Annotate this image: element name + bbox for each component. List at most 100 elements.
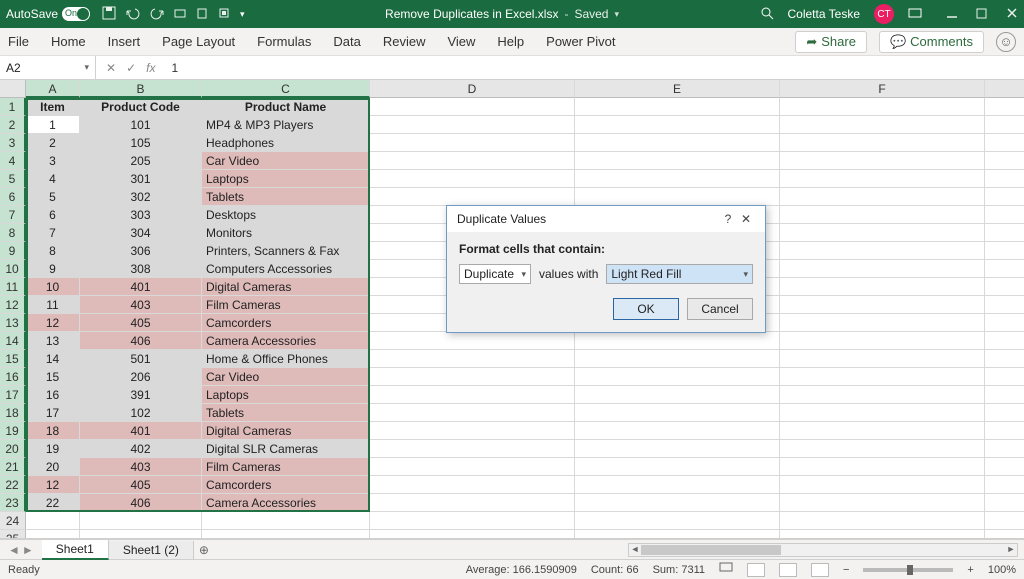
cell[interactable] xyxy=(370,332,575,350)
row-header[interactable]: 4 xyxy=(0,152,26,170)
cell-code[interactable]: 391 xyxy=(80,386,202,404)
duplicate-mode-select[interactable]: Duplicate▾ xyxy=(459,264,531,284)
cell[interactable] xyxy=(202,530,370,539)
cell-code[interactable]: 403 xyxy=(80,458,202,476)
cell-item[interactable]: 12 xyxy=(26,314,80,332)
cell-code[interactable]: 401 xyxy=(80,422,202,440)
close-icon[interactable] xyxy=(1006,7,1018,22)
cell[interactable] xyxy=(780,368,985,386)
cell[interactable] xyxy=(575,98,780,116)
dialog-help-icon[interactable]: ? xyxy=(719,212,737,226)
cell[interactable] xyxy=(780,476,985,494)
cell[interactable] xyxy=(575,368,780,386)
cell[interactable] xyxy=(370,368,575,386)
cell[interactable] xyxy=(985,188,1024,206)
cell[interactable] xyxy=(985,404,1024,422)
cell[interactable] xyxy=(575,404,780,422)
cell[interactable] xyxy=(370,116,575,134)
cell[interactable] xyxy=(985,278,1024,296)
cell-name[interactable]: Headphones xyxy=(202,134,370,152)
cell[interactable] xyxy=(370,404,575,422)
cell-item[interactable]: 3 xyxy=(26,152,80,170)
dialog-close-icon[interactable]: ✕ xyxy=(737,212,755,226)
cell[interactable] xyxy=(370,512,575,530)
cell[interactable] xyxy=(575,458,780,476)
row-header[interactable]: 18 xyxy=(0,404,26,422)
cell-name[interactable]: Camera Accessories xyxy=(202,332,370,350)
cell[interactable] xyxy=(985,224,1024,242)
cell[interactable] xyxy=(985,242,1024,260)
cell-item[interactable]: 6 xyxy=(26,206,80,224)
save-icon[interactable] xyxy=(102,6,116,23)
cell-code[interactable]: 308 xyxy=(80,260,202,278)
row-header[interactable]: 12 xyxy=(0,296,26,314)
sheet-tab[interactable]: Sheet1 (2) xyxy=(109,541,194,559)
cell[interactable] xyxy=(575,152,780,170)
cell-item[interactable]: 13 xyxy=(26,332,80,350)
cell[interactable] xyxy=(575,332,780,350)
cell-code[interactable]: 304 xyxy=(80,224,202,242)
cell-code[interactable]: 406 xyxy=(80,494,202,512)
cancel-formula-icon[interactable]: ✕ xyxy=(106,61,116,75)
cell-item[interactable]: 4 xyxy=(26,170,80,188)
cell[interactable] xyxy=(780,494,985,512)
cell[interactable] xyxy=(780,512,985,530)
cell[interactable] xyxy=(575,170,780,188)
cell[interactable] xyxy=(370,386,575,404)
cell-name[interactable]: Computers Accessories xyxy=(202,260,370,278)
cell[interactable] xyxy=(985,98,1024,116)
cell-code[interactable]: 405 xyxy=(80,476,202,494)
cell-item[interactable]: 9 xyxy=(26,260,80,278)
cell[interactable] xyxy=(780,98,985,116)
row-header[interactable]: 3 xyxy=(0,134,26,152)
cell-item[interactable]: 2 xyxy=(26,134,80,152)
page-layout-button[interactable] xyxy=(779,563,797,577)
scroll-thumb[interactable] xyxy=(641,545,781,555)
row-header[interactable]: 21 xyxy=(0,458,26,476)
cell[interactable] xyxy=(985,422,1024,440)
cell[interactable] xyxy=(370,170,575,188)
column-header[interactable]: G xyxy=(985,80,1024,98)
row-header[interactable]: 6 xyxy=(0,188,26,206)
row-header[interactable]: 13 xyxy=(0,314,26,332)
cell[interactable] xyxy=(575,386,780,404)
cell-item[interactable]: 20 xyxy=(26,458,80,476)
zoom-in-button[interactable]: + xyxy=(967,564,973,576)
cell-code[interactable]: 205 xyxy=(80,152,202,170)
feedback-icon[interactable]: ☺ xyxy=(996,32,1016,52)
cell[interactable] xyxy=(780,134,985,152)
undo-icon[interactable] xyxy=(126,6,140,23)
cell-name[interactable]: Digital Cameras xyxy=(202,422,370,440)
cell[interactable] xyxy=(202,512,370,530)
ribbon-tab-data[interactable]: Data xyxy=(333,34,360,49)
formula-input[interactable]: 1 xyxy=(165,61,1024,75)
chevron-down-icon[interactable]: ▾ xyxy=(614,9,619,20)
cell-code[interactable]: 303 xyxy=(80,206,202,224)
cell-item[interactable]: 11 xyxy=(26,296,80,314)
cell[interactable] xyxy=(780,242,985,260)
cell[interactable] xyxy=(780,458,985,476)
cell-code[interactable]: 501 xyxy=(80,350,202,368)
cell[interactable] xyxy=(780,350,985,368)
cell-name[interactable]: Digital Cameras xyxy=(202,278,370,296)
cell[interactable] xyxy=(370,530,575,539)
cell-name[interactable]: Camcorders xyxy=(202,314,370,332)
cell-name[interactable]: Laptops xyxy=(202,170,370,188)
row-header[interactable]: 19 xyxy=(0,422,26,440)
cell[interactable] xyxy=(985,116,1024,134)
cell[interactable] xyxy=(575,188,780,206)
cell-code[interactable]: 405 xyxy=(80,314,202,332)
row-header[interactable]: 7 xyxy=(0,206,26,224)
column-header[interactable]: C xyxy=(202,80,370,98)
row-header[interactable]: 22 xyxy=(0,476,26,494)
cell-item[interactable]: 14 xyxy=(26,350,80,368)
cell-item[interactable]: 5 xyxy=(26,188,80,206)
ribbon-tab-formulas[interactable]: Formulas xyxy=(257,34,311,49)
cell[interactable] xyxy=(780,152,985,170)
column-header[interactable]: F xyxy=(780,80,985,98)
row-header[interactable]: 2 xyxy=(0,116,26,134)
select-all-corner[interactable] xyxy=(0,80,26,98)
table-header[interactable]: Product Name xyxy=(202,98,370,116)
cell[interactable] xyxy=(370,152,575,170)
cell[interactable] xyxy=(370,134,575,152)
